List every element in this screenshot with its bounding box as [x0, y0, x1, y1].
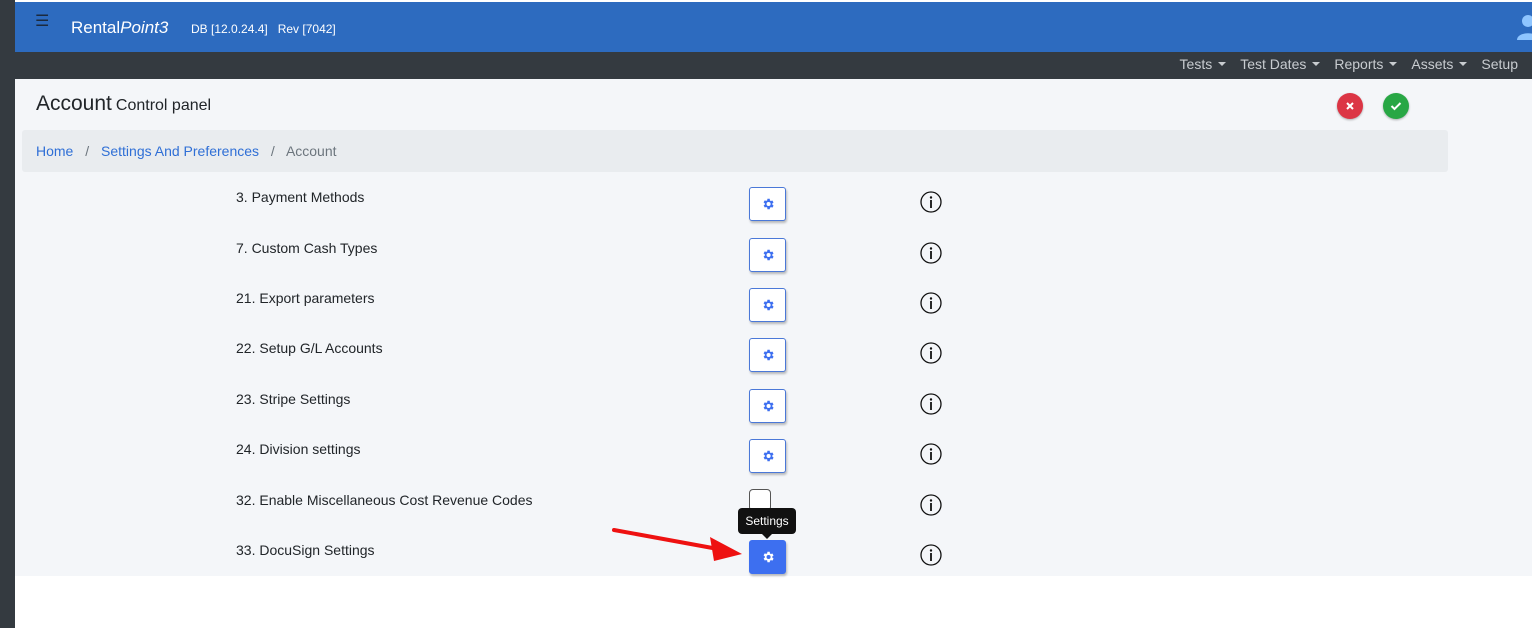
gear-icon — [763, 299, 774, 311]
cancel-button[interactable] — [1337, 93, 1363, 119]
gear-icon — [763, 249, 774, 261]
setting-label: 33. DocuSign Settings — [236, 542, 375, 558]
gear-icon — [763, 400, 774, 412]
confirm-button[interactable] — [1383, 93, 1409, 119]
settings-gear-button[interactable] — [749, 238, 786, 272]
caret-down-icon — [1389, 62, 1398, 66]
left-sidebar-strip — [0, 0, 15, 628]
page-subtitle: Control panel — [115, 97, 212, 114]
breadcrumb: Home / Settings And Preferences / Accoun… — [22, 130, 1448, 172]
setting-label: 3. Payment Methods — [236, 189, 365, 205]
breadcrumb-trail: Home / Settings And Preferences / Accoun… — [36, 143, 337, 159]
nav-item-tests[interactable]: Tests — [1173, 56, 1234, 72]
info-icon[interactable] — [920, 393, 942, 415]
user-icon[interactable] — [1516, 14, 1532, 40]
nav-item-reports[interactable]: Reports — [1327, 56, 1404, 72]
info-icon[interactable] — [920, 242, 942, 264]
settings-gear-button[interactable] — [749, 338, 786, 372]
gear-icon — [763, 349, 774, 361]
breadcrumb-current: Account — [285, 143, 337, 159]
info-icon[interactable] — [920, 443, 942, 465]
caret-down-icon — [1312, 62, 1321, 66]
gear-icon — [763, 450, 774, 462]
settings-gear-button[interactable] — [749, 389, 786, 423]
breadcrumb-separator: / — [270, 143, 275, 159]
nav-item-test-dates[interactable]: Test Dates — [1233, 56, 1327, 72]
setting-label: 21. Export parameters — [236, 290, 375, 306]
info-icon[interactable] — [920, 292, 942, 314]
check-icon — [1390, 102, 1402, 111]
setting-label: 22. Setup G/L Accounts — [236, 340, 383, 356]
app-brand[interactable]: RentalPoint3 — [71, 18, 168, 38]
gear-icon — [763, 198, 774, 210]
docusign-settings-gear-button[interactable] — [749, 540, 786, 574]
setting-label: 23. Stripe Settings — [236, 391, 351, 407]
info-icon[interactable] — [920, 544, 942, 566]
caret-down-icon — [1459, 62, 1468, 66]
breadcrumb-home[interactable]: Home — [36, 143, 73, 159]
breadcrumb-settings-preferences[interactable]: Settings And Preferences — [101, 143, 259, 159]
setting-label: 24. Division settings — [236, 441, 361, 457]
settings-gear-button[interactable] — [749, 288, 786, 322]
red-annotation-arrow-icon — [612, 528, 742, 561]
caret-down-icon — [1218, 62, 1227, 66]
secondary-navbar: Tests Test Dates Reports Assets Setup — [15, 52, 1532, 79]
settings-gear-button[interactable] — [749, 439, 786, 473]
info-icon[interactable] — [920, 342, 942, 364]
nav-menu: Tests Test Dates Reports Assets Setup — [1173, 56, 1525, 72]
tooltip-arrow — [762, 534, 772, 539]
nav-item-assets[interactable]: Assets — [1404, 56, 1474, 72]
info-icon[interactable] — [920, 494, 942, 516]
setting-label: 32. Enable Miscellaneous Cost Revenue Co… — [236, 492, 533, 508]
settings-gear-button[interactable] — [749, 187, 786, 221]
page-title: Account Control panel — [36, 92, 212, 115]
gear-icon — [763, 551, 774, 563]
setting-label: 7. Custom Cash Types — [236, 240, 378, 256]
close-icon — [1346, 102, 1354, 110]
nav-item-setup[interactable]: Setup — [1474, 56, 1525, 72]
info-icon[interactable] — [920, 191, 942, 213]
db-version-info: DB [12.0.24.4] Rev [7042] — [191, 22, 336, 36]
top-header: ☰ RentalPoint3 DB [12.0.24.4] Rev [7042] — [15, 2, 1532, 52]
breadcrumb-separator: / — [85, 143, 90, 159]
hamburger-menu-icon[interactable]: ☰ — [35, 14, 49, 30]
